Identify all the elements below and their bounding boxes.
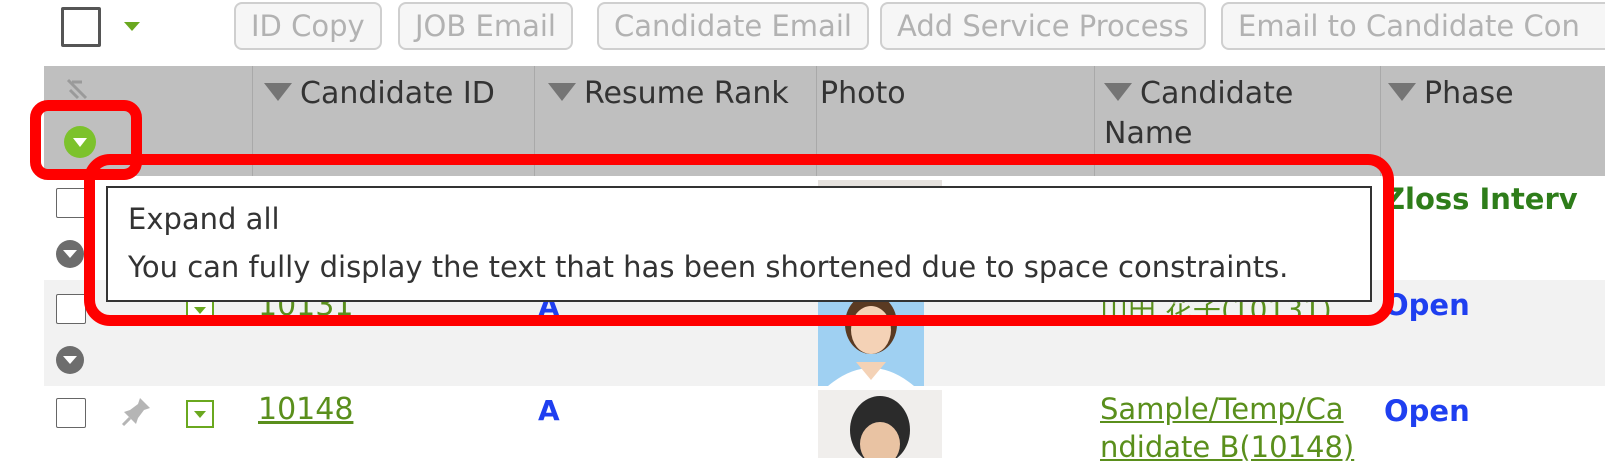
- pin-icon[interactable]: [120, 394, 154, 428]
- row-checkbox[interactable]: [56, 188, 86, 218]
- phase-value: Open: [1384, 288, 1470, 322]
- expand-row-icon[interactable]: [56, 240, 84, 268]
- column-label: Candidate ID: [300, 76, 495, 111]
- table-row: 10148 A Sample/Temp/Ca ndidate B(10148) …: [44, 386, 1605, 464]
- sort-icon: [264, 82, 292, 101]
- sort-icon: [548, 82, 576, 101]
- add-service-process-button[interactable]: Add Service Process: [880, 2, 1206, 50]
- candidate-email-button[interactable]: Candidate Email: [597, 2, 869, 50]
- select-menu-dropdown-icon[interactable]: [124, 22, 140, 31]
- highlight-tooltip: [84, 154, 1394, 326]
- phase-value: Open: [1384, 394, 1470, 428]
- row-checkbox[interactable]: [56, 398, 86, 428]
- candidate-name-link-line2[interactable]: ndidate B(10148): [1100, 430, 1354, 464]
- id-copy-button[interactable]: ID Copy: [234, 2, 382, 50]
- column-phase[interactable]: Phase: [1388, 66, 1514, 176]
- resume-rank-value: A: [538, 394, 560, 427]
- select-all-checkbox[interactable]: [61, 7, 101, 47]
- column-label: Resume Rank: [584, 76, 789, 111]
- job-email-button[interactable]: JOB Email: [398, 2, 573, 50]
- phase-value: Zloss Interv: [1384, 182, 1578, 216]
- column-label: Phase: [1424, 76, 1514, 111]
- sort-icon: [1388, 82, 1416, 101]
- row-checkbox[interactable]: [56, 294, 86, 324]
- column-label: Candidate: [1140, 76, 1294, 111]
- candidate-id-link[interactable]: 10148: [258, 392, 353, 427]
- column-label-line2: Name: [1104, 116, 1193, 151]
- candidate-photo: [818, 390, 942, 458]
- expand-row-icon[interactable]: [56, 346, 84, 374]
- candidate-name-link[interactable]: Sample/Temp/Ca: [1100, 392, 1344, 426]
- sort-icon: [1104, 82, 1132, 101]
- row-menu-icon[interactable]: [186, 400, 214, 428]
- email-to-candidate-button[interactable]: Email to Candidate Con: [1221, 2, 1605, 50]
